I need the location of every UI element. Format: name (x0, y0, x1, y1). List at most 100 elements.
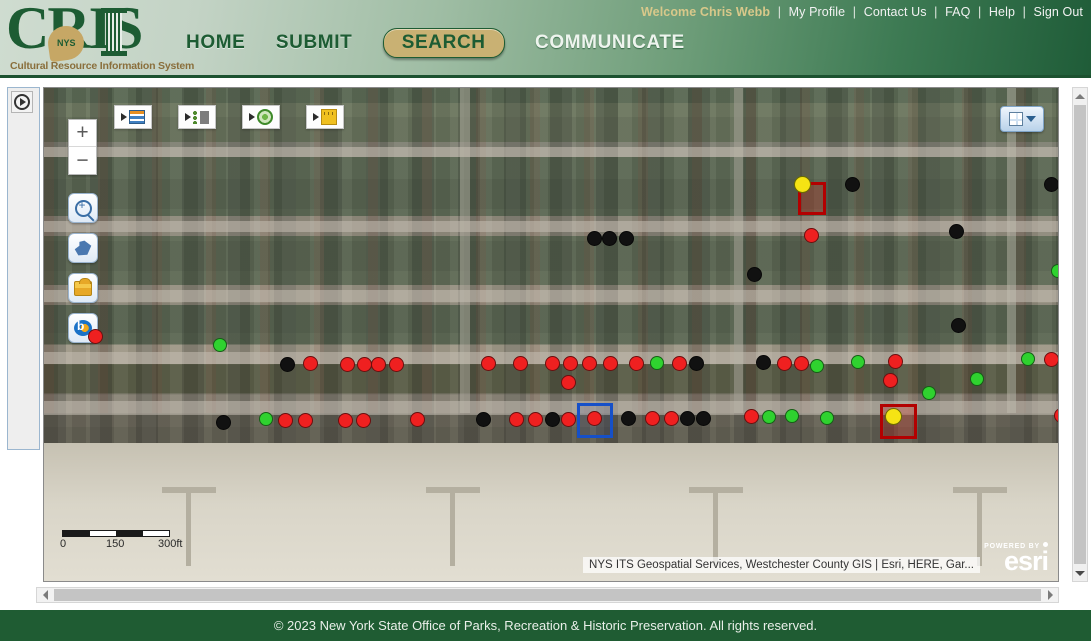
nav-home[interactable]: HOME (186, 32, 245, 54)
map-marker-red[interactable] (629, 356, 644, 371)
scroll-left-button[interactable] (37, 588, 53, 602)
map-marker-red[interactable] (88, 329, 103, 344)
map-marker-red[interactable] (603, 356, 618, 371)
nav-communicate[interactable]: COMMUNICATE (535, 32, 685, 54)
street (44, 290, 1058, 302)
map-marker-red[interactable] (298, 413, 313, 428)
new-york-extent-button[interactable] (68, 233, 98, 263)
map-marker-black[interactable] (680, 411, 695, 426)
map-marker-red[interactable] (804, 228, 819, 243)
sign-out-link[interactable]: Sign Out (1034, 5, 1083, 19)
map-marker-black[interactable] (689, 356, 704, 371)
map-marker-red[interactable] (561, 375, 576, 390)
map-marker-red[interactable] (338, 413, 353, 428)
zoom-in-button[interactable]: + (69, 120, 96, 147)
scale-label-150: 150 (106, 538, 124, 550)
map-marker-green[interactable] (970, 372, 984, 386)
horizontal-scrollbar[interactable] (36, 587, 1059, 603)
map-marker-green[interactable] (1051, 264, 1059, 278)
map-marker-yellow[interactable] (885, 408, 902, 425)
map-marker-black[interactable] (696, 411, 711, 426)
map-marker-red[interactable] (303, 356, 318, 371)
map-marker-red[interactable] (513, 356, 528, 371)
map-marker-red[interactable] (645, 411, 660, 426)
map-marker-black[interactable] (949, 224, 964, 239)
scroll-down-button[interactable] (1073, 565, 1087, 581)
expand-panel-button[interactable] (11, 91, 33, 113)
basemap-gallery-button[interactable] (1000, 106, 1044, 132)
faq-link[interactable]: FAQ (945, 5, 970, 19)
vertical-scroll-thumb[interactable] (1074, 105, 1086, 564)
map-marker-green[interactable] (762, 410, 776, 424)
map-marker-red[interactable] (563, 356, 578, 371)
zoom-out-button[interactable]: − (69, 147, 96, 174)
map-marker-green[interactable] (851, 355, 865, 369)
map-marker-black[interactable] (587, 231, 602, 246)
map-marker-yellow[interactable] (794, 176, 811, 193)
map-marker-red[interactable] (777, 356, 792, 371)
map-marker-red[interactable] (744, 409, 759, 424)
map-marker-red[interactable] (888, 354, 903, 369)
map-marker-red[interactable] (410, 412, 425, 427)
map-marker-red[interactable] (509, 412, 524, 427)
map-marker-red[interactable] (356, 413, 371, 428)
map-marker-black[interactable] (216, 415, 231, 430)
map-marker-green[interactable] (810, 359, 824, 373)
map-marker-black[interactable] (621, 411, 636, 426)
map-marker-red[interactable] (672, 356, 687, 371)
legend-button[interactable] (178, 105, 216, 129)
grid-four-icon (1009, 112, 1023, 126)
vertical-scrollbar[interactable] (1072, 87, 1088, 582)
my-profile-link[interactable]: My Profile (789, 5, 846, 19)
my-resources-button[interactable] (68, 273, 98, 303)
map-marker-red[interactable] (371, 357, 386, 372)
map-marker-green[interactable] (922, 386, 936, 400)
map-marker-red[interactable] (1044, 352, 1059, 367)
help-link[interactable]: Help (989, 5, 1015, 19)
zoom-select-button[interactable] (68, 193, 98, 223)
street (44, 147, 1058, 157)
scroll-up-button[interactable] (1073, 88, 1087, 104)
map-marker-red[interactable] (278, 413, 293, 428)
map-marker-red[interactable] (389, 357, 404, 372)
map-marker-black[interactable] (476, 412, 491, 427)
map-marker-red[interactable] (545, 356, 560, 371)
map-marker-red[interactable] (357, 357, 372, 372)
map-marker-green[interactable] (650, 356, 664, 370)
map-marker-red[interactable] (561, 412, 576, 427)
pier (977, 487, 982, 566)
map-marker-red[interactable] (794, 356, 809, 371)
map-marker-black[interactable] (602, 231, 617, 246)
map-marker-green[interactable] (213, 338, 227, 352)
map-marker-green[interactable] (259, 412, 273, 426)
map-marker-black[interactable] (747, 267, 762, 282)
map-marker-black[interactable] (280, 357, 295, 372)
map-marker-red[interactable] (340, 357, 355, 372)
map-marker-red[interactable] (582, 356, 597, 371)
map-marker-red[interactable] (587, 411, 602, 426)
chevron-right-icon (185, 113, 191, 121)
map-marker-red[interactable] (664, 411, 679, 426)
map-marker-black[interactable] (756, 355, 771, 370)
measure-button[interactable] (306, 105, 344, 129)
horizontal-scroll-thumb[interactable] (54, 589, 1041, 601)
map-marker-black[interactable] (1044, 177, 1059, 192)
map-marker-red[interactable] (481, 356, 496, 371)
map-marker-green[interactable] (1021, 352, 1035, 366)
map-marker-black[interactable] (845, 177, 860, 192)
scroll-right-button[interactable] (1042, 588, 1058, 602)
nav-submit[interactable]: SUBMIT (276, 32, 352, 54)
map-marker-black[interactable] (619, 231, 634, 246)
map-marker-green[interactable] (820, 411, 834, 425)
map-viewport[interactable]: + − 0 150 (43, 87, 1059, 582)
cris-logo[interactable]: CRIS NYS Cultural Resource Information S… (6, 2, 174, 76)
locate-button[interactable] (242, 105, 280, 129)
nav-search[interactable]: SEARCH (383, 28, 505, 58)
map-marker-red[interactable] (528, 412, 543, 427)
contact-us-link[interactable]: Contact Us (864, 5, 927, 19)
map-marker-black[interactable] (951, 318, 966, 333)
map-marker-green[interactable] (785, 409, 799, 423)
map-marker-black[interactable] (545, 412, 560, 427)
layer-list-button[interactable] (114, 105, 152, 129)
map-marker-red[interactable] (883, 373, 898, 388)
